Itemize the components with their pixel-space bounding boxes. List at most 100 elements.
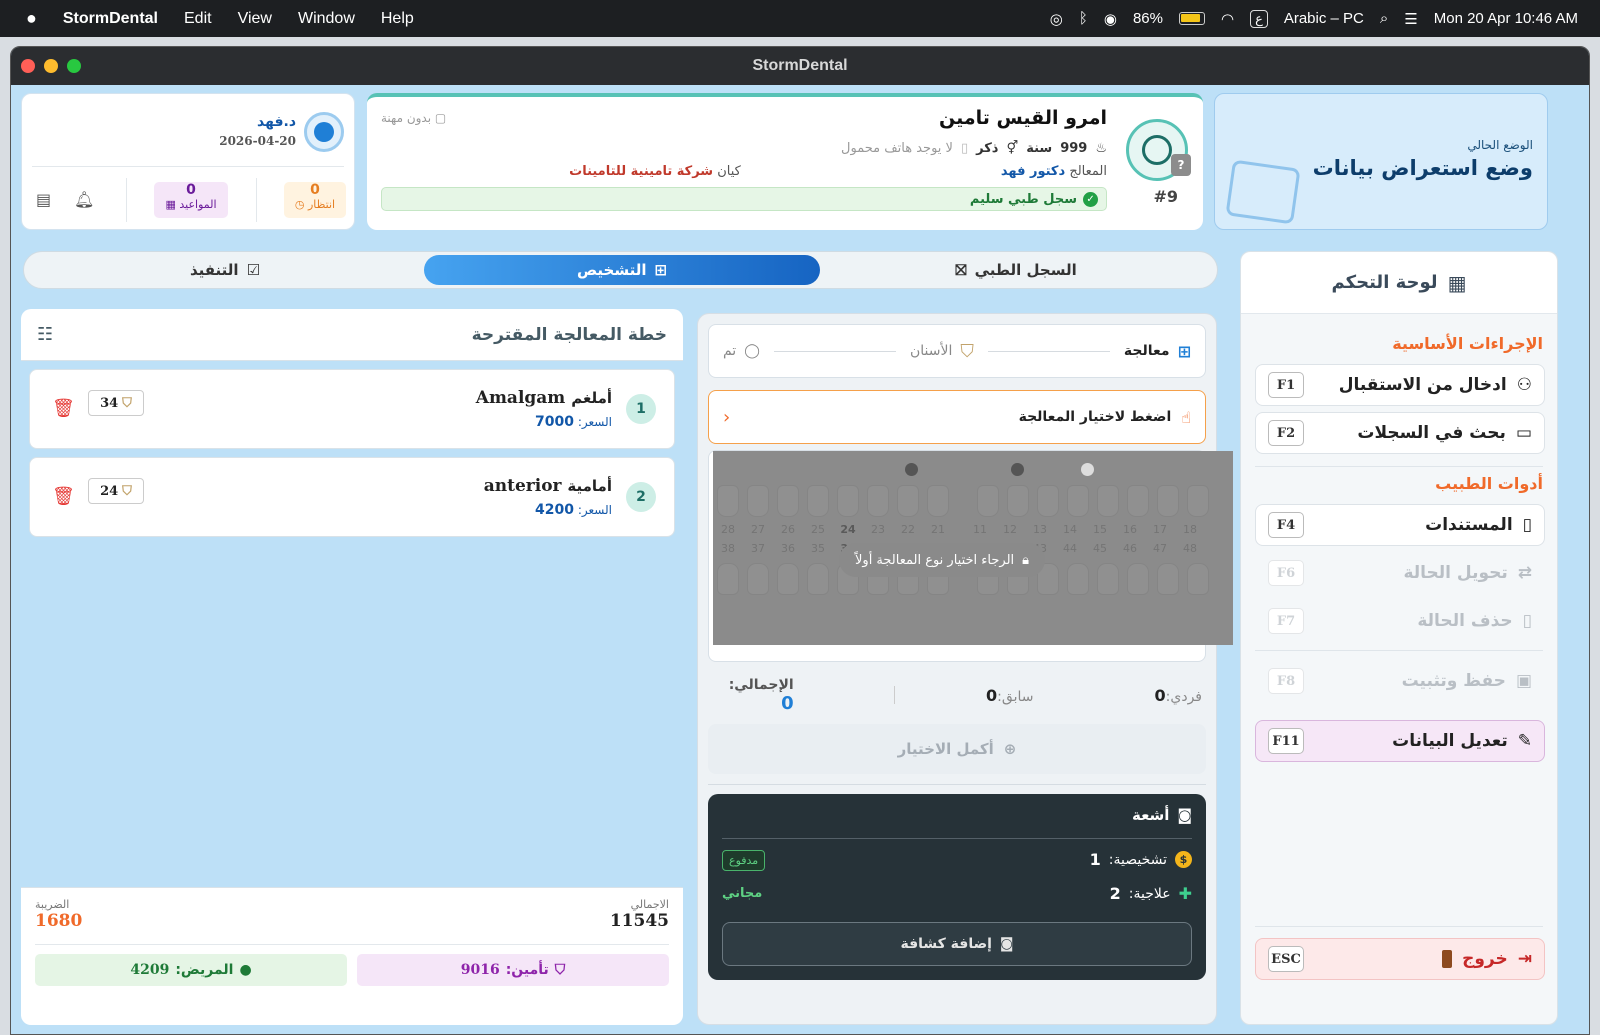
sidebar-btn-reception[interactable]: ⚇ ادخال من الاستقبال F1 [1255, 364, 1545, 406]
bell-icon[interactable]: 🔔︎ [74, 190, 94, 209]
chat-icon[interactable]: ▤ [36, 190, 51, 209]
insurance-label: تأمين: [505, 962, 549, 978]
select-treatment-button[interactable]: ☝ اضغط لاختيار المعالجة ‹ [708, 390, 1206, 444]
delete-icon[interactable]: 🗑︎ [52, 486, 75, 507]
lock-icon: 🔒︎ [1022, 552, 1030, 568]
waiting-badge[interactable]: 0 ◷ انتظار [284, 182, 346, 218]
patient-entity: شركة تامينية للتامينات [569, 164, 714, 179]
minimize-window-button[interactable] [44, 59, 58, 73]
plan-item-tooth-chip: 34 ⛉ [88, 390, 144, 416]
individual-label: فردي: [1165, 688, 1202, 705]
record-status-text: سجل طبي سليم [969, 191, 1077, 207]
menu-clock[interactable]: Mon 20 Apr 10:46 AM [1434, 10, 1578, 27]
doctor-card: د.فهد 2026-04-20 0 ◷ انتظار 0 ▦ المواعيد… [21, 93, 355, 230]
xray-paid-badge: مدفوع [722, 850, 766, 871]
sidebar-btn-edit-data[interactable]: ✎ تعديل البيانات F11 [1255, 720, 1545, 762]
tab-diagnosis[interactable]: ⊞ التشخيص [424, 255, 820, 285]
plan-item[interactable]: 2 أمامية anterior السعر: 4200 24 ⛉ 🗑︎ [29, 457, 675, 537]
key-f1: F1 [1268, 372, 1304, 398]
sidebar-btn-search-records[interactable]: ▭ بحث في السجلات F2 [1255, 412, 1545, 454]
tooth-icon: ⛉ [122, 483, 132, 499]
sidebar-btn-edit-label: تعديل البيانات [1392, 731, 1508, 751]
menu-help[interactable]: Help [381, 10, 414, 28]
apple-icon[interactable]: ● [26, 8, 37, 29]
sidebar-btn-documents[interactable]: ▯ المستندات F4 [1255, 504, 1545, 546]
close-window-button[interactable] [21, 59, 35, 73]
doctor-avatar[interactable] [304, 112, 344, 152]
treatment-plan-panel: خطة المعالجة المقترحة ☷ 1 أملغم Amalgam … [21, 309, 683, 1025]
step-treatment-icon: ⊞ [1177, 341, 1191, 361]
sidebar-btn-exit-label: خروج [1462, 949, 1508, 969]
menubar: ● StormDental Edit View Window Help ◎ ᛒ … [0, 0, 1600, 37]
shield-icon: ⛉ [554, 962, 566, 978]
gender-icon: ⚥ [1006, 141, 1019, 156]
control-center-icon[interactable]: ☰ [1404, 10, 1417, 28]
complete-selection-button[interactable]: ⊕ أكمل الاختيار [708, 724, 1206, 774]
waiting-label: انتظار [307, 198, 336, 211]
user-icon[interactable]: ◉ [1104, 10, 1117, 28]
sidebar-btn-delete-label: حذف الحالة [1417, 611, 1513, 631]
patient-name: امرو القيس تامين [939, 107, 1107, 129]
delete-icon[interactable]: 🗑︎ [52, 398, 75, 419]
logout-icon: ⇥ [1517, 949, 1532, 969]
plan-item-number: 1 [626, 394, 656, 424]
sidebar-btn-transfer[interactable]: ⇄ تحويل الحالة F6 [1255, 552, 1545, 594]
calendar-icon: ▦ [165, 198, 180, 211]
zoom-window-button[interactable] [67, 59, 81, 73]
xray-treatment-label: علاجية: [1128, 885, 1171, 902]
patient-avatar[interactable]: ? [1126, 119, 1191, 181]
chart-lock-message: 🔒︎ الرجاء اختيار نوع المعالجة أولاً [839, 543, 1046, 577]
plan-item[interactable]: 1 أملغم Amalgam السعر: 7000 34 ⛉ 🗑︎ [29, 369, 675, 449]
step-teeth[interactable]: الأسنان [910, 343, 952, 359]
unknown-photo-icon: ? [1171, 154, 1191, 176]
patient-share: ● المريض: 4209 [35, 954, 347, 986]
sidebar-btn-delete-case[interactable]: ▯ حذف الحالة F7 [1255, 600, 1545, 642]
patient-card: ? #9 امرو القيس تامين ▢ بدون مهنة ♨ 999 س… [367, 93, 1203, 230]
entity-label: كيان [717, 164, 741, 179]
tab-execution-label: التنفيذ [189, 261, 239, 279]
bandage-icon: ✚ [1178, 884, 1192, 903]
patient-doctor: دكتور فهد [1000, 164, 1066, 179]
tooth-icon: ⛉ [122, 395, 132, 411]
insurance-value: 9016 [460, 962, 500, 978]
sidebar-btn-exit[interactable]: ⇥ خروج ESC [1255, 938, 1545, 980]
tab-medical-record[interactable]: ⛝ السجل الطبي [821, 255, 1211, 285]
coin-icon: $ [1175, 851, 1192, 868]
input-source-icon[interactable]: ع [1250, 9, 1268, 28]
plan-item-tooth: 24 [100, 483, 119, 499]
add-xray-button[interactable]: ◙ إضافة كشافة [722, 922, 1192, 966]
plan-tax-label: الضريبة [35, 898, 70, 911]
wifi-icon[interactable]: ◠ [1221, 10, 1234, 28]
patient-age: 999 [1060, 141, 1088, 156]
chart-lock-text: الرجاء اختيار نوع المعالجة أولاً [855, 552, 1015, 568]
waiting-count: 0 [310, 182, 320, 198]
plan-item-price: 7000 [535, 414, 575, 430]
document-icon: ▯ [1522, 515, 1532, 535]
checklist-icon: ☑ [246, 261, 261, 279]
appointments-badge[interactable]: 0 ▦ المواعيد [154, 182, 228, 218]
spotlight-icon[interactable]: ⌕ [1380, 10, 1388, 27]
hand-pointer-icon: ☝ [1181, 407, 1191, 427]
menu-edit[interactable]: Edit [184, 10, 212, 28]
person-icon [314, 122, 334, 142]
sidebar-btn-save[interactable]: ▣ حفظ وتثبيت F8 [1255, 660, 1545, 702]
menu-app-name[interactable]: StormDental [63, 10, 158, 28]
key-f7: F7 [1268, 608, 1304, 634]
menu-view[interactable]: View [238, 10, 272, 28]
input-source-label[interactable]: Arabic – PC [1284, 10, 1364, 27]
sidebar-btn-save-label: حفظ وتثبيت [1401, 671, 1506, 691]
record-status: ✓ سجل طبي سليم [381, 187, 1107, 211]
airdrop-icon[interactable]: ◎ [1050, 10, 1063, 28]
menu-window[interactable]: Window [298, 10, 355, 28]
tab-execution[interactable]: ☑ التنفيذ [30, 255, 420, 285]
step-done[interactable]: تم [723, 343, 736, 359]
list-icon[interactable]: ☷ [37, 324, 53, 345]
xray-diagnostic-count: 1 [1089, 850, 1101, 869]
battery-icon[interactable] [1178, 12, 1205, 25]
medical-record-icon: ⛝ [955, 261, 967, 279]
bluetooth-icon[interactable]: ᛒ [1079, 10, 1088, 27]
tab-medical-record-label: السجل الطبي [974, 261, 1077, 279]
folder-icon [1225, 159, 1301, 225]
step-done-icon: ◯ [744, 343, 760, 359]
step-treatment[interactable]: معالجة [1124, 343, 1170, 359]
